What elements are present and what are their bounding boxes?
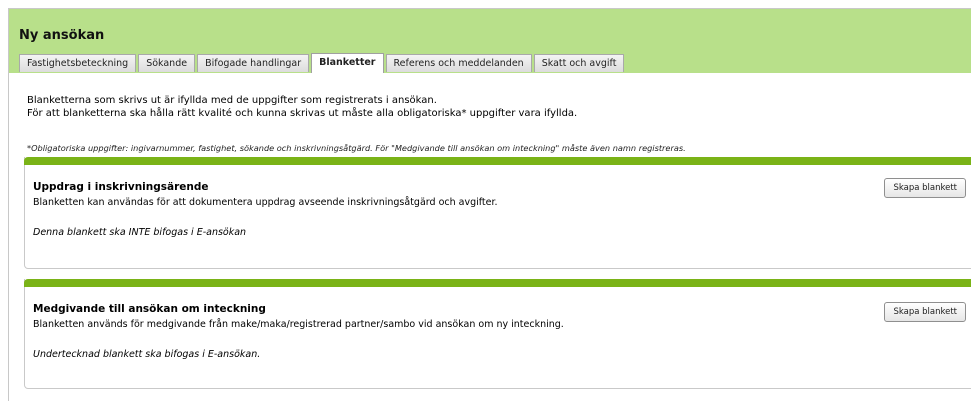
tab-sokande[interactable]: Sökande [138, 54, 196, 72]
intro-text: Blanketterna som skrivs ut är ifyllda me… [27, 94, 577, 120]
form-card-uppdrag: Uppdrag i inskrivningsärende Blanketten … [24, 157, 971, 269]
page-header: Ny ansökan Fastighetsbeteckning Sökande … [9, 9, 971, 73]
card-header-bar [24, 157, 971, 165]
card-description: Blanketten kan användas för att dokument… [33, 197, 498, 208]
mandatory-fields-note: *Obligatoriska uppgifter: ingivarnummer,… [27, 143, 686, 153]
intro-line-2: För att blanketterna ska hålla rätt kval… [27, 108, 578, 119]
card-header-bar [24, 279, 971, 287]
tab-blanketter[interactable]: Blanketter [311, 53, 384, 73]
tab-bar: Fastighetsbeteckning Sökande Bifogade ha… [19, 53, 626, 73]
create-form-button-uppdrag[interactable]: Skapa blankett [884, 178, 966, 198]
page-title: Ny ansökan [19, 28, 105, 43]
tab-skatt-och-avgift[interactable]: Skatt och avgift [533, 54, 625, 72]
card-description: Blanketten används för medgivande från m… [33, 319, 564, 330]
card-note: Denna blankett ska INTE bifogas i E-ansö… [33, 227, 247, 238]
intro-line-1: Blanketterna som skrivs ut är ifyllda me… [27, 95, 437, 106]
card-title: Medgivande till ansökan om inteckning [33, 303, 266, 315]
card-note: Undertecknad blankett ska bifogas i E-an… [33, 349, 261, 360]
tab-bifogade-handlingar[interactable]: Bifogade handlingar [197, 54, 310, 72]
card-title: Uppdrag i inskrivningsärende [33, 181, 209, 193]
create-form-button-medgivande[interactable]: Skapa blankett [884, 302, 966, 322]
tab-referens-och-meddelanden[interactable]: Referens och meddelanden [385, 54, 532, 72]
application-panel: Ny ansökan Fastighetsbeteckning Sökande … [8, 8, 971, 401]
form-card-medgivande: Medgivande till ansökan om inteckning Bl… [24, 279, 971, 389]
tab-fastighetsbeteckning[interactable]: Fastighetsbeteckning [19, 54, 137, 72]
